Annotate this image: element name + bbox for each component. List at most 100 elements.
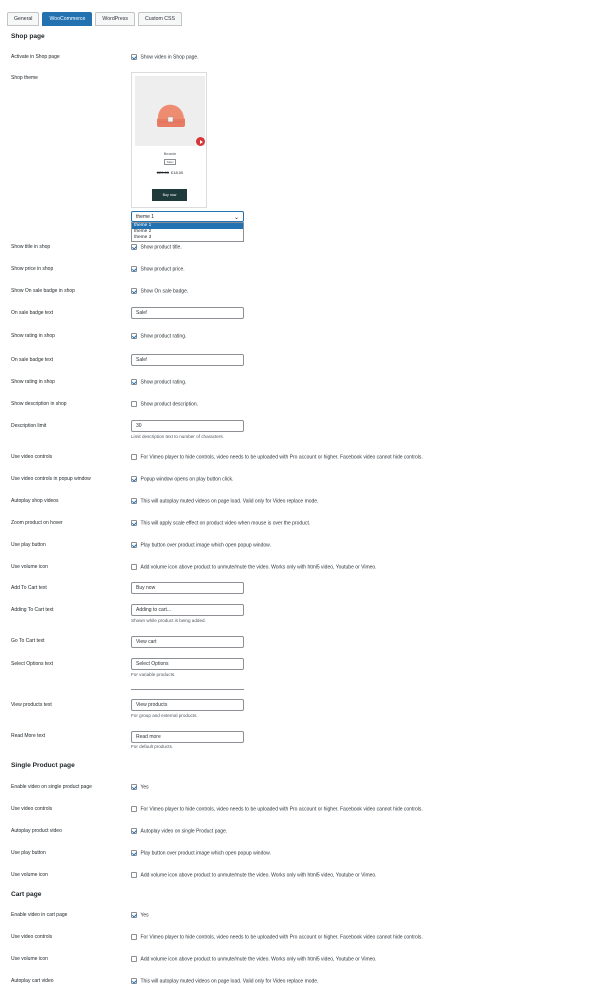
theme-select-value: theme 1 [136,214,155,220]
checkbox[interactable] [131,850,137,856]
product-name: Beanie [163,151,177,156]
single-play-button-field: Play button over product image which ope… [131,850,271,858]
single-video-controls-field: For Vimeo player to hide controls, video… [131,806,423,814]
checkbox-text: This will autoplay muted videos on page … [140,978,319,985]
row-label: Zoom product on hover [11,520,63,526]
sale-badge-text-input[interactable]: Sale! [131,354,244,366]
checkbox-text: Play button over product image which ope… [140,850,271,857]
row-label: Autoplay product video [11,828,62,834]
tab-general[interactable]: General [7,12,40,26]
row-label: On sale badge text [11,310,53,316]
view-products-text-input[interactable]: View products [131,699,244,711]
checkbox-text: This will autoplay muted videos on page … [140,498,319,505]
show-sale-badge-field: Show On sale badge. [131,288,188,296]
empty-input-edge [131,689,244,690]
checkbox-text: For Vimeo player to hide controls, video… [140,806,423,813]
autoplay-shop-field: This will autoplay muted videos on page … [131,498,318,506]
checkbox-text: Autoplay video on single Product page. [140,828,228,835]
checkbox[interactable] [131,784,137,790]
checkbox-text: Show video in Shop page. [140,54,199,61]
select-options-text-input[interactable]: Select Options [131,658,244,670]
row-label: Show rating in shop [11,379,55,385]
checkbox[interactable] [131,454,137,460]
tab-woocommerce[interactable]: WooCommerce [42,12,93,26]
checkbox-text: Yes [140,784,149,791]
checkbox-text: Show product rating. [140,333,187,340]
row-label: Autoplay cart video [11,978,54,984]
checkbox[interactable] [131,806,137,812]
row-label: Add To Cart text [11,585,47,591]
row-label: Autoplay shop videos [11,498,59,504]
settings-tabs: General WooCommerce WordPress Custom CSS [7,12,182,26]
theme-preview-card: Beanie Sale! £20.00 £18.00 Buy now [131,72,207,208]
checkbox-text: Show On sale badge. [140,288,189,295]
checkbox-text: Yes [140,912,149,919]
row-label: Enable video in cart page [11,912,68,918]
single-autoplay-field: Autoplay video on single Product page. [131,828,227,836]
checkbox-text: Add volume icon above product to unmute/… [140,564,377,571]
checkbox[interactable] [131,520,137,526]
enable-single-field: Yes [131,784,149,792]
checkbox[interactable] [131,476,137,482]
checkbox-text: Show product rating. [140,379,187,386]
row-label: Show rating in shop [11,333,55,339]
checkbox-text: Show product price. [140,266,185,273]
row-label: Description limit [11,423,47,429]
checkbox[interactable] [131,912,137,918]
row-label: Use volume icon [11,564,48,570]
checkbox[interactable] [131,379,137,385]
checkbox[interactable] [131,934,137,940]
checkbox[interactable] [131,401,137,407]
checkbox-text: Add volume icon above product to unmute/… [140,956,377,963]
cart-volume-icon-field: Add volume icon above product to unmute/… [131,956,377,964]
read-more-text-input[interactable]: Read more [131,731,244,743]
product-image [135,76,205,146]
checkbox-text: Play button over product image which ope… [140,542,271,549]
checkbox[interactable] [131,542,137,548]
product-price: £20.00 £18.00 [132,170,208,175]
row-label: Use video controls [11,934,53,940]
row-label: Show title in shop [11,244,51,250]
play-icon[interactable] [196,137,205,146]
activate-shop-checkbox[interactable] [131,54,137,60]
volume-icon-field: Add volume icon above product to unmute/… [131,564,377,572]
video-controls-field: For Vimeo player to hide controls, video… [131,454,423,462]
buy-now-button[interactable]: Buy now [152,189,187,201]
sale-badge-text-input[interactable]: Sale! [131,307,244,319]
checkbox[interactable] [131,828,137,834]
tab-custom-css[interactable]: Custom CSS [137,12,182,26]
checkbox[interactable] [131,564,137,570]
enable-cart-field: Yes [131,912,149,920]
show-rating-field: Show product rating. [131,333,186,341]
cart-autoplay-field: This will autoplay muted videos on page … [131,978,318,986]
description-limit-input[interactable]: 30 [131,420,244,432]
sale-badge: Sale! [164,159,176,165]
current-price: £18.00 [171,170,184,175]
theme-select[interactable]: theme 1 ⌄ [131,211,244,222]
row-label: Shop theme [11,75,38,81]
checkbox[interactable] [131,956,137,962]
row-label: On sale badge text [11,357,53,363]
section-single-title: Single Product page [11,762,75,769]
checkbox[interactable] [131,978,137,984]
row-label: Use play button [11,542,46,548]
checkbox[interactable] [131,333,137,339]
show-description-field: Show product description. [131,401,198,409]
checkbox[interactable] [131,244,137,250]
activate-shop-field: Show video in Shop page. [131,54,199,62]
checkbox[interactable] [131,872,137,878]
checkbox[interactable] [131,288,137,294]
theme-option[interactable]: theme 3 [132,235,243,241]
cart-video-controls-field: For Vimeo player to hide controls, video… [131,934,423,942]
add-to-cart-text-input[interactable]: Buy now [131,582,244,594]
checkbox-text: Add volume icon above product to unmute/… [140,872,377,879]
tab-wordpress[interactable]: WordPress [95,12,135,26]
checkbox-text: This will apply scale effect on product … [140,520,311,527]
checkbox[interactable] [131,498,137,504]
field-description: For group and external products. [131,713,198,718]
show-price-field: Show product price. [131,266,185,274]
adding-to-cart-text-input[interactable]: Adding to cart... [131,604,244,616]
go-to-cart-text-input[interactable]: View cart [131,636,244,648]
checkbox[interactable] [131,266,137,272]
row-label: View products text [11,702,52,708]
